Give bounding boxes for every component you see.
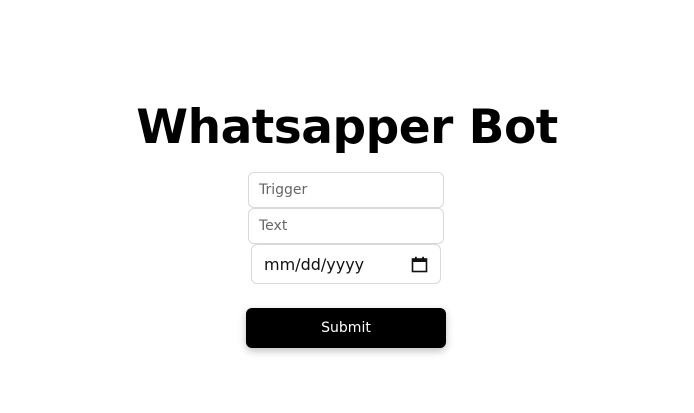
text-placeholder: Text — [259, 218, 288, 234]
trigger-input[interactable]: Trigger — [248, 172, 444, 208]
text-input[interactable]: Text — [248, 208, 444, 244]
trigger-placeholder: Trigger — [259, 182, 308, 198]
page-title: Whatsapper Bot — [136, 100, 558, 155]
date-input[interactable]: mm/dd/yyyy — [251, 244, 441, 284]
calendar-icon[interactable] — [411, 256, 428, 273]
date-placeholder: mm/dd/yyyy — [264, 254, 365, 274]
page: Whatsapper Bot Trigger Text mm/dd/yyyy S… — [0, 0, 694, 413]
submit-button[interactable]: Submit — [246, 308, 446, 348]
